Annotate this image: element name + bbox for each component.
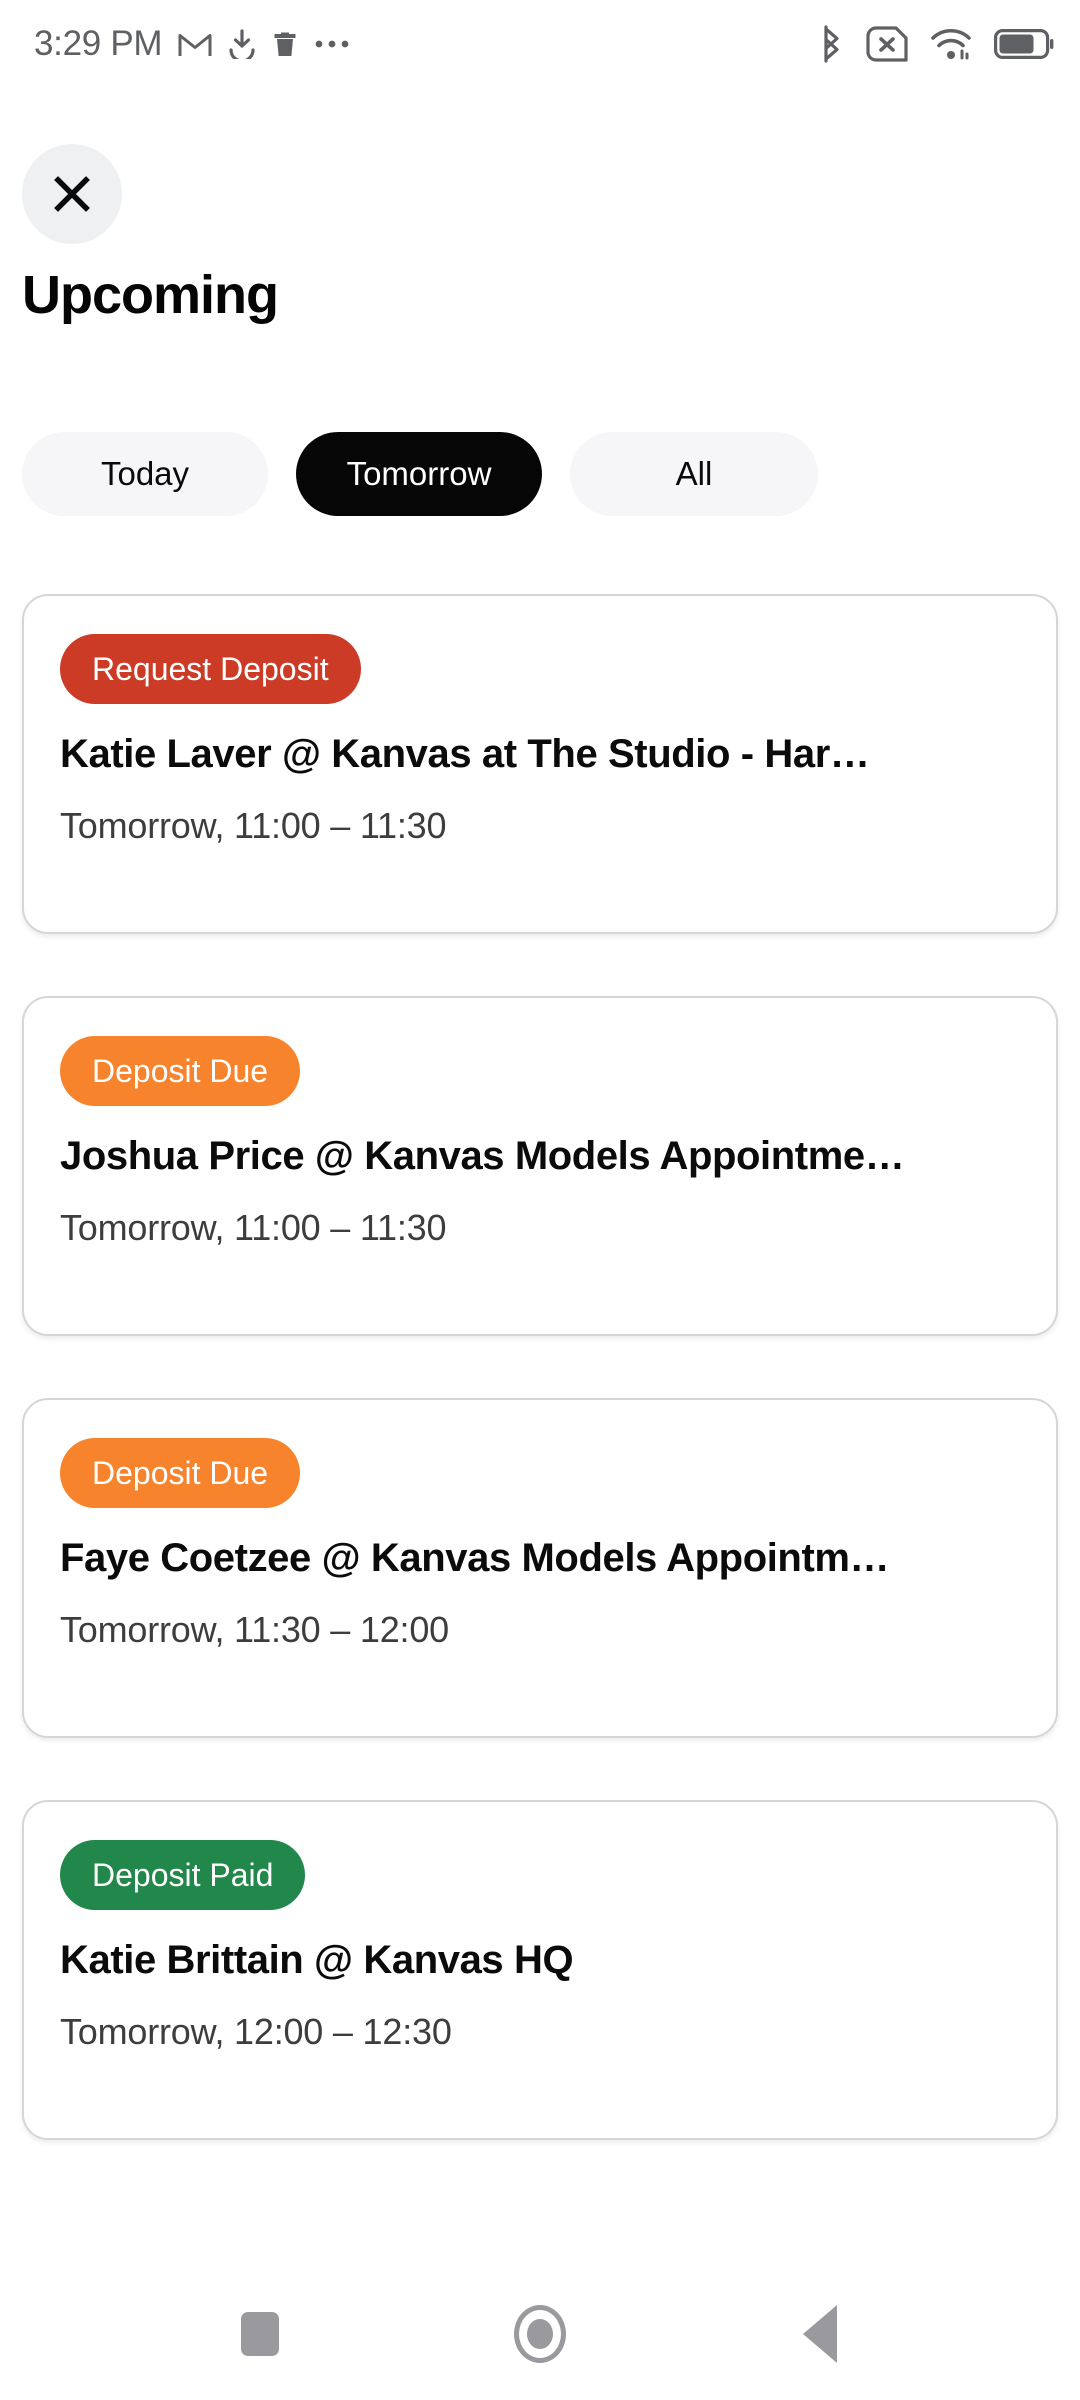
battery-icon	[994, 28, 1054, 59]
status-badge: Deposit Paid	[60, 1840, 306, 1910]
status-badge: Request Deposit	[60, 634, 361, 704]
event-card[interactable]: Request Deposit Katie Laver @ Kanvas at …	[22, 594, 1058, 934]
filter-chip-all[interactable]: All	[570, 432, 818, 516]
event-title: Faye Coetzee @ Kanvas Models Appointm…	[60, 1536, 890, 1580]
status-badge: Deposit Due	[60, 1438, 301, 1508]
system-navigation-bar	[0, 2268, 1080, 2400]
filter-chip-row: Today Tomorrow All	[22, 432, 818, 516]
filter-chip-today[interactable]: Today	[22, 432, 268, 516]
status-bar-left: 3:29 PM	[34, 24, 350, 64]
phone-screen: 3:29 PM Upcoming Today Tomorrow All Requ…	[0, 0, 1080, 2400]
event-list: Request Deposit Katie Laver @ Kanvas at …	[0, 594, 1080, 2140]
event-title: Katie Laver @ Kanvas at The Studio - Har…	[60, 732, 870, 776]
event-time: Tomorrow, 12:00 – 12:30	[60, 2011, 452, 2052]
status-clock: 3:29 PM	[34, 24, 163, 63]
status-badge: Deposit Due	[60, 1036, 301, 1106]
event-time: Tomorrow, 11:00 – 11:30	[60, 1207, 447, 1248]
triangle-back-icon	[803, 2305, 837, 2363]
status-bar: 3:29 PM	[0, 0, 1080, 88]
back-button[interactable]	[760, 2274, 880, 2394]
gmail-icon	[178, 34, 212, 56]
event-time: Tomorrow, 11:00 – 11:30	[60, 805, 447, 846]
close-icon	[54, 176, 90, 212]
more-dots-icon	[315, 40, 349, 48]
close-button[interactable]	[22, 144, 122, 244]
wifi-icon	[931, 28, 971, 60]
event-title: Joshua Price @ Kanvas Models Appointme…	[60, 1134, 905, 1178]
trash-icon	[274, 32, 296, 56]
recents-button[interactable]	[200, 2274, 320, 2394]
square-recents-icon	[241, 2312, 279, 2356]
home-button[interactable]	[480, 2274, 600, 2394]
bluetooth-icon	[824, 25, 839, 63]
filter-chip-tomorrow[interactable]: Tomorrow	[296, 432, 542, 516]
download-icon	[229, 29, 255, 59]
event-card[interactable]: Deposit Due Faye Coetzee @ Kanvas Models…	[22, 1398, 1058, 1738]
page-title: Upcoming	[22, 265, 279, 325]
event-title: Katie Brittain @ Kanvas HQ	[60, 1938, 574, 1982]
circle-home-icon	[514, 2305, 566, 2363]
no-sim-icon	[866, 26, 908, 62]
event-card[interactable]: Deposit Due Joshua Price @ Kanvas Models…	[22, 996, 1058, 1336]
status-bar-right	[818, 25, 1054, 63]
event-list-scroll-area[interactable]: Request Deposit Katie Laver @ Kanvas at …	[0, 594, 1080, 2268]
event-time: Tomorrow, 11:30 – 12:00	[60, 1609, 449, 1650]
event-card[interactable]: Deposit Paid Katie Brittain @ Kanvas HQ …	[22, 1800, 1058, 2140]
